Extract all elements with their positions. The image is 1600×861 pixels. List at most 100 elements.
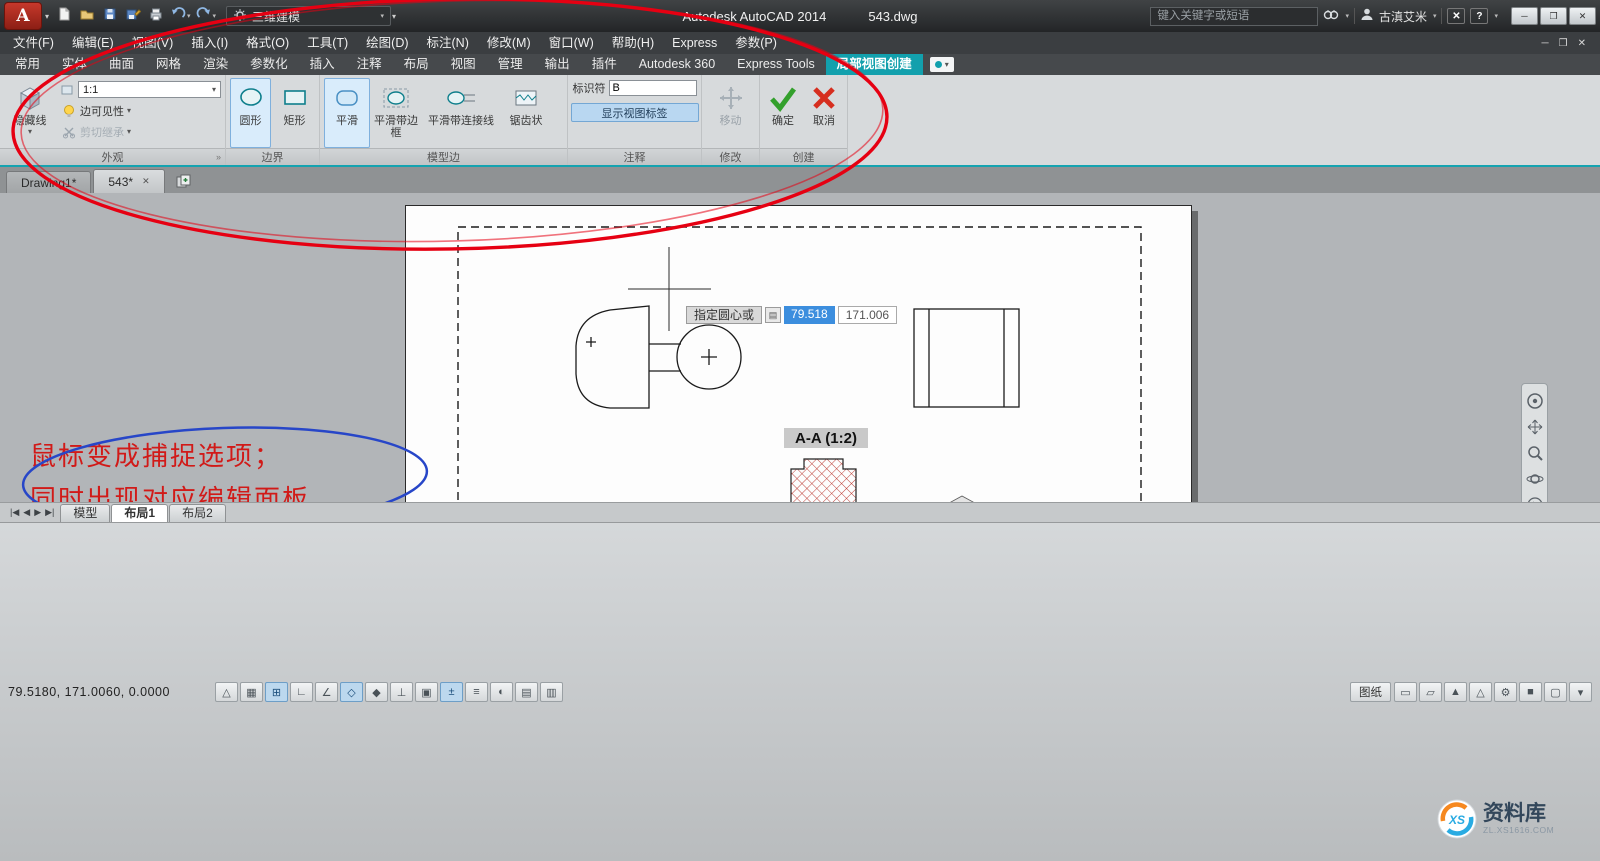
ribbon-options-button[interactable]: ▾ <box>930 57 954 72</box>
ribbon-tab-3[interactable]: 曲面 <box>98 54 145 75</box>
ortho-icon[interactable]: ∟ <box>290 682 313 702</box>
menu-item-2[interactable]: 编辑(E) <box>63 32 123 54</box>
annotation-visibility-icon[interactable]: △ <box>1469 682 1492 702</box>
lineweight-icon[interactable]: ≡ <box>465 682 488 702</box>
close-button[interactable]: ✕ <box>1569 7 1596 25</box>
layout-tab-2[interactable]: 布局1 <box>111 504 168 522</box>
status-menu-icon[interactable]: ▾ <box>1569 682 1592 702</box>
section-view-label[interactable]: A-A (1:2) <box>795 430 857 447</box>
doc-restore-button[interactable]: ❒ <box>1559 38 1568 49</box>
quick-view-layouts-icon[interactable]: ▭ <box>1394 682 1417 702</box>
quick-properties-icon[interactable]: ▤ <box>515 682 538 702</box>
prev-layout-button[interactable]: ◀ <box>23 507 30 518</box>
identifier-input[interactable] <box>609 80 697 96</box>
ribbon-tab-10[interactable]: 视图 <box>440 54 487 75</box>
menu-item-12[interactable]: Express <box>663 32 726 54</box>
exchange-apps-icon[interactable]: ✕ <box>1447 8 1465 24</box>
dynamic-input-options-icon[interactable]: ▤ <box>765 307 781 323</box>
smooth-with-border-button[interactable]: 平滑带边框 <box>373 78 419 148</box>
menu-item-3[interactable]: 视图(V) <box>123 32 183 54</box>
smooth-with-leader-button[interactable]: 平滑带连接线 <box>422 78 500 148</box>
transparency-icon[interactable]: ◐ <box>490 682 513 702</box>
restore-button[interactable]: ❒ <box>1540 7 1567 25</box>
redo-button[interactable]: ▾ <box>194 4 219 28</box>
cut-inheritance-button[interactable]: 剪切继承 ▾ <box>59 122 221 141</box>
menu-item-10[interactable]: 窗口(W) <box>540 32 603 54</box>
doc-tab-1[interactable]: Drawing1* <box>6 171 91 193</box>
snap-icon[interactable]: ▦ <box>240 682 263 702</box>
doc-tab-2[interactable]: 543*✕ <box>93 169 164 193</box>
ribbon-tab-5[interactable]: 渲染 <box>192 54 239 75</box>
showmotion-icon[interactable] <box>1526 496 1544 502</box>
viewport-boundary[interactable] <box>458 227 1141 502</box>
workspace-gear-icon[interactable]: ⚙ <box>1494 682 1517 702</box>
jagged-edge-button[interactable]: 锯齿状 <box>503 78 549 148</box>
menu-item-6[interactable]: 工具(T) <box>298 32 357 54</box>
osnap-3d-icon[interactable]: ◆ <box>365 682 388 702</box>
navigation-bar[interactable] <box>1521 383 1548 502</box>
undo-button[interactable]: ▾ <box>168 4 193 28</box>
ribbon-tab-4[interactable]: 网格 <box>145 54 192 75</box>
ribbon-tab-9[interactable]: 布局 <box>393 54 440 75</box>
binoculars-search-icon[interactable] <box>1323 7 1339 26</box>
paper-model-toggle[interactable]: 图纸 <box>1350 682 1391 702</box>
osnap-icon[interactable]: ◇ <box>340 682 363 702</box>
dynamic-input-x-field[interactable]: 79.518 <box>784 306 835 324</box>
circular-boundary-button[interactable]: 圆形 <box>230 78 271 148</box>
grid-icon[interactable]: ⊞ <box>265 682 288 702</box>
otrack-icon[interactable]: ⊥ <box>390 682 413 702</box>
ribbon-tab-8[interactable]: 注释 <box>346 54 393 75</box>
ribbon-tab-13[interactable]: 插件 <box>581 54 628 75</box>
chevron-down-icon[interactable]: ▾ <box>1494 12 1498 20</box>
dyn-icon[interactable]: ± <box>440 682 463 702</box>
ribbon-tab-11[interactable]: 管理 <box>487 54 534 75</box>
annotation-scale-icon[interactable]: ▲ <box>1444 682 1467 702</box>
hidden-lines-button[interactable]: 隐藏线 ▾ <box>4 78 56 148</box>
smooth-edge-button[interactable]: 平滑 <box>324 78 370 148</box>
ribbon-tab-2[interactable]: 实体 <box>51 54 98 75</box>
chevron-down-icon[interactable]: ▾ <box>187 12 191 20</box>
move-button[interactable]: 移动 <box>708 78 754 148</box>
chevron-down-icon[interactable]: ▾ <box>1433 12 1437 20</box>
panel-launcher-icon[interactable]: » <box>216 152 221 162</box>
next-layout-button[interactable]: ▶ <box>34 507 41 518</box>
signed-in-user[interactable]: 古滇艾米 <box>1379 8 1427 25</box>
chevron-down-icon[interactable]: ▾ <box>213 12 217 20</box>
menu-item-9[interactable]: 修改(M) <box>478 32 540 54</box>
minimize-button[interactable]: ─ <box>1511 7 1538 25</box>
paper-sheet[interactable]: A-A (1:2) A <box>405 205 1192 502</box>
cancel-button[interactable]: 取消 <box>805 78 843 148</box>
ribbon-tab-6[interactable]: 参数化 <box>239 54 299 75</box>
ribbon-tab-12[interactable]: 输出 <box>534 54 581 75</box>
save-as-button[interactable] <box>122 4 144 28</box>
ribbon-tab-14[interactable]: Autodesk 360 <box>628 54 726 75</box>
orbit-icon[interactable] <box>1526 470 1544 488</box>
drawing-canvas[interactable]: A-A (1:2) A <box>0 193 1600 502</box>
edge-visibility-button[interactable]: 边可见性 ▾ <box>59 101 221 120</box>
lock-icon[interactable]: ■ <box>1519 682 1542 702</box>
new-drawing-tab-button[interactable] <box>171 171 197 191</box>
ribbon-tab-1[interactable]: 常用 <box>4 54 51 75</box>
plot-button[interactable] <box>145 4 167 28</box>
rectangular-boundary-button[interactable]: 矩形 <box>274 78 315 148</box>
close-icon[interactable]: ✕ <box>142 176 150 187</box>
show-view-label-button[interactable]: 显示视图标签 <box>571 103 699 122</box>
layout-tab-3[interactable]: 布局2 <box>169 504 226 522</box>
doc-close-button[interactable]: ✕ <box>1578 38 1586 49</box>
chevron-down-icon[interactable]: ▾ <box>45 12 49 21</box>
menu-item-1[interactable]: 文件(F) <box>4 32 63 54</box>
selection-cycling-icon[interactable]: ▥ <box>540 682 563 702</box>
fullscreen-icon[interactable]: ▢ <box>1544 682 1567 702</box>
layout-tab-1[interactable]: 模型 <box>60 504 110 522</box>
help-icon[interactable]: ? <box>1470 8 1488 24</box>
new-file-button[interactable] <box>53 4 75 28</box>
qat-customize-button[interactable]: ▾ <box>392 12 396 21</box>
first-layout-button[interactable]: |◀ <box>10 507 19 518</box>
polar-icon[interactable]: ∠ <box>315 682 338 702</box>
menu-item-7[interactable]: 绘图(D) <box>357 32 417 54</box>
dynamic-input-y-field[interactable]: 171.006 <box>838 306 897 324</box>
menu-item-5[interactable]: 格式(O) <box>237 32 298 54</box>
ribbon-tab-15[interactable]: Express Tools <box>726 54 826 75</box>
save-button[interactable] <box>99 4 121 28</box>
open-file-button[interactable] <box>76 4 98 28</box>
